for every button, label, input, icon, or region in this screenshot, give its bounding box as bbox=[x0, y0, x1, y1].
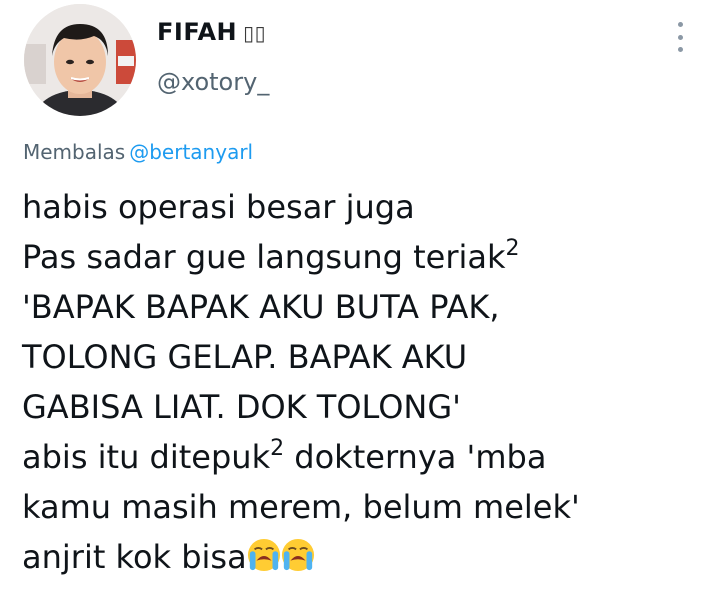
superscript: 2 bbox=[270, 436, 285, 461]
tweet-line-text: dokternya 'mba bbox=[284, 438, 547, 476]
tweet-card: FIFAH ▯▯ @xotory_ Membalas @bertanyarl hab… bbox=[0, 0, 720, 604]
display-name-text: FIFAH bbox=[157, 18, 238, 46]
author-handle[interactable]: @xotory_ bbox=[157, 68, 269, 96]
ellipsis-dot bbox=[677, 47, 683, 52]
avatar[interactable] bbox=[24, 4, 136, 116]
avatar-image bbox=[24, 4, 136, 116]
tweet-text: habis operasi besar juga Pas sadar gue l… bbox=[22, 182, 712, 582]
tweet-line: anjrit kok bisa bbox=[22, 532, 712, 582]
tweet-line: GABISA LIAT. DOK TOLONG' bbox=[22, 382, 712, 432]
tweet-line: kamu masih merem, belum melek' bbox=[22, 482, 712, 532]
tweet-line: abis itu ditepuk2 dokternya 'mba bbox=[22, 432, 712, 482]
ellipsis-dot bbox=[677, 34, 683, 40]
tweet-line-text: anjrit kok bisa bbox=[22, 538, 247, 576]
reply-prefix: Membalas bbox=[23, 140, 126, 164]
tweet-line: TOLONG GELAP. BAPAK AKU bbox=[22, 332, 712, 382]
reply-mention-link[interactable]: @bertanyarl bbox=[129, 140, 253, 164]
tweet-line-text: GABISA LIAT. DOK TOLONG' bbox=[22, 388, 461, 426]
tweet-line: 'BAPAK BAPAK AKU BUTA PAK, bbox=[22, 282, 712, 332]
tweet-line: habis operasi besar juga bbox=[22, 182, 712, 232]
tweet-line-text: Pas sadar gue langsung teriak bbox=[22, 238, 506, 276]
vertical-ellipsis-icon[interactable] bbox=[668, 22, 692, 52]
ellipsis-dot bbox=[677, 22, 683, 27]
tweet-line-text: kamu masih merem, belum melek' bbox=[22, 488, 580, 526]
superscript: 2 bbox=[505, 236, 520, 261]
author-display-name[interactable]: FIFAH ▯▯ bbox=[157, 18, 266, 46]
loudly-crying-face-emoji bbox=[281, 538, 314, 572]
reply-context: Membalas @bertanyarl bbox=[23, 140, 253, 164]
tweet-line-text: TOLONG GELAP. BAPAK AKU bbox=[22, 338, 468, 376]
display-name-glyphs: ▯▯ bbox=[243, 21, 267, 45]
tweet-line-text: 'BAPAK BAPAK AKU BUTA PAK, bbox=[22, 288, 500, 326]
tweet-line: Pas sadar gue langsung teriak2 bbox=[22, 232, 712, 282]
loudly-crying-face-emoji bbox=[247, 538, 280, 572]
tweet-line-text: habis operasi besar juga bbox=[22, 188, 415, 226]
tweet-line-text: abis itu ditepuk bbox=[22, 438, 271, 476]
